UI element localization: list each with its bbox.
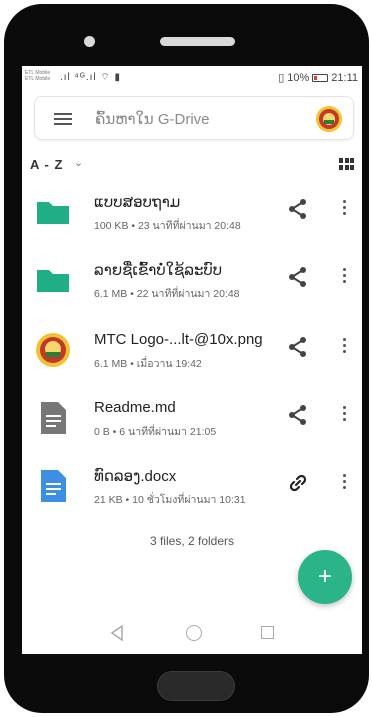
add-button[interactable]: + xyxy=(298,550,352,604)
sort-row: A - Z ⌄ xyxy=(22,154,362,176)
clock: 21:11 xyxy=(331,71,358,84)
more-vert-icon[interactable] xyxy=(340,474,348,494)
system-nav-bar xyxy=(22,618,362,654)
file-meta: 100 KB • 23 นาทีที่ผ่านมา 20:48 xyxy=(94,220,241,232)
file-meta: 6.1 MB • เมื่อวาน 19:42 xyxy=(94,358,202,370)
more-vert-icon[interactable] xyxy=(340,200,348,220)
more-vert-icon[interactable] xyxy=(340,406,348,426)
search-input[interactable]: ຄົ້ນຫາໃນ G-Drive xyxy=(95,110,210,128)
file-row[interactable]: MTC Logo-...lt-@10x.png 6.1 MB • เมื่อวา… xyxy=(22,322,362,386)
speaker-grille xyxy=(160,37,235,46)
share-icon[interactable] xyxy=(287,198,309,220)
home-icon[interactable] xyxy=(186,625,202,641)
more-vert-icon[interactable] xyxy=(340,268,348,288)
file-name: ລາຍຊື່ເຂົ້າບໍ່ໃຊ້ລະບົບ xyxy=(94,262,223,279)
camera-dot xyxy=(84,36,95,47)
status-right: ▯ 10% 21:11 xyxy=(278,71,358,85)
share-icon[interactable] xyxy=(287,266,309,288)
image-logo-icon xyxy=(36,333,70,367)
link-icon[interactable] xyxy=(287,472,309,494)
grid-view-icon[interactable] xyxy=(339,158,354,171)
file-row[interactable]: ທົດລອງ.docx 21 KB • 10 ชั่วโมงที่ผ่านมา … xyxy=(22,458,362,522)
recents-icon[interactable] xyxy=(261,626,274,639)
carrier-label: ETL Mobile ETL Mobile xyxy=(25,70,51,82)
share-icon[interactable] xyxy=(287,336,309,358)
chevron-down-icon[interactable]: ⌄ xyxy=(74,156,83,169)
share-icon[interactable] xyxy=(287,404,309,426)
file-name: Readme.md xyxy=(94,399,176,416)
signal-icons: .ıl ⁴ᴳ.ıl ⌔ ▮ xyxy=(60,72,122,83)
battery-percent: 10% xyxy=(287,71,310,84)
app-screen: ETL Mobile ETL Mobile .ıl ⁴ᴳ.ıl ⌔ ▮ ▯ 10… xyxy=(22,66,362,654)
file-row[interactable]: ແບບສອບຖາມ 100 KB • 23 นาทีที่ผ่านมา 20:4… xyxy=(22,184,362,248)
search-bar[interactable]: ຄົ້ນຫາໃນ G-Drive xyxy=(34,96,354,140)
hamburger-icon[interactable] xyxy=(54,113,72,125)
status-bar: ETL Mobile ETL Mobile .ıl ⁴ᴳ.ıl ⌔ ▮ ▯ 10… xyxy=(22,66,362,88)
file-meta: 21 KB • 10 ชั่วโมงที่ผ่านมา 10:31 xyxy=(94,494,246,506)
folder-icon xyxy=(37,270,69,292)
doc-file-icon xyxy=(41,470,66,502)
sort-button[interactable]: A - Z xyxy=(30,157,63,172)
more-vert-icon[interactable] xyxy=(340,338,348,358)
file-name: MTC Logo-...lt-@10x.png xyxy=(94,331,263,348)
file-summary: 3 files, 2 folders xyxy=(149,534,235,548)
file-row[interactable]: Readme.md 0 B • 6 นาทีที่ผ่านมา 21:05 xyxy=(22,390,362,454)
battery-icon xyxy=(312,73,329,82)
file-meta: 6.1 MB • 22 นาทีที่ผ่านมา 20:48 xyxy=(94,288,240,300)
vibrate-icon: ▯ xyxy=(278,72,285,84)
file-meta: 0 B • 6 นาทีที่ผ่านมา 21:05 xyxy=(94,426,217,438)
text-file-icon xyxy=(41,402,66,434)
home-button[interactable] xyxy=(157,671,235,701)
back-icon[interactable] xyxy=(108,624,126,642)
file-name: ທົດລອງ.docx xyxy=(94,468,177,485)
folder-icon xyxy=(37,202,69,224)
file-name: ແບບສອບຖາມ xyxy=(94,194,181,211)
file-row[interactable]: ລາຍຊື່ເຂົ້າບໍ່ໃຊ້ລະບົບ 6.1 MB • 22 นาทีท… xyxy=(22,252,362,316)
account-logo-icon[interactable] xyxy=(315,105,343,133)
